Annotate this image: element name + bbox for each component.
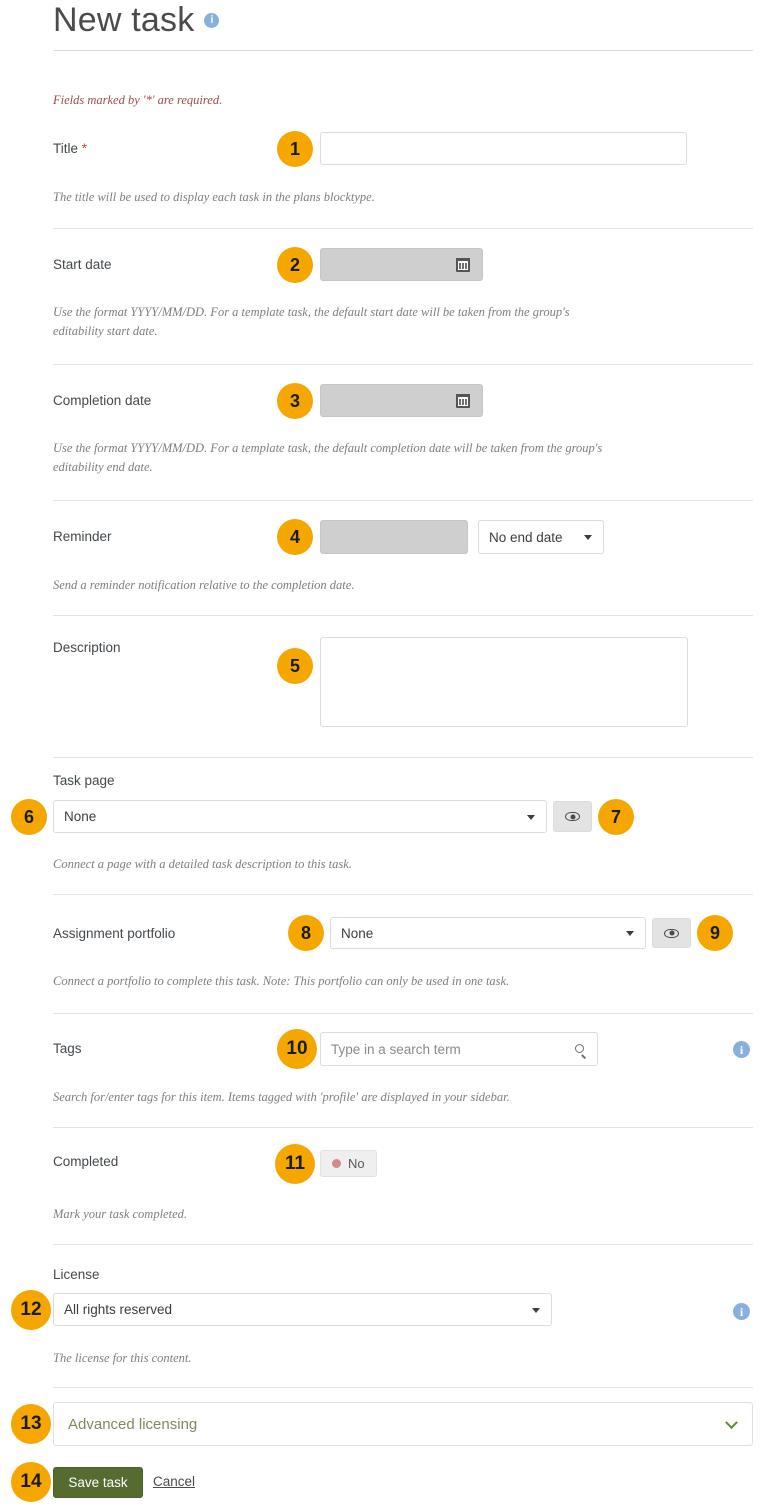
page-header: New task xyxy=(53,0,753,40)
eye-icon xyxy=(664,929,679,938)
chevron-down-icon xyxy=(532,1308,540,1313)
callout-badge-13: 13 xyxy=(11,1404,51,1444)
callout-badge-10: 10 xyxy=(277,1029,317,1069)
eye-icon xyxy=(565,812,580,821)
tags-search-input[interactable] xyxy=(320,1032,598,1066)
assignment-portfolio-label: Assignment portfolio xyxy=(53,925,175,942)
license-value: All rights reserved xyxy=(64,1302,172,1317)
callout-badge-8: 8 xyxy=(288,915,324,951)
callout-badge-1: 1 xyxy=(277,131,313,167)
description-label: Description xyxy=(53,639,121,656)
advanced-licensing-toggle[interactable]: Advanced licensing xyxy=(53,1402,753,1446)
task-page-help: Connect a page with a detailed task desc… xyxy=(53,855,743,874)
callout-badge-11: 11 xyxy=(275,1144,315,1184)
chevron-down-icon xyxy=(626,931,634,936)
callout-badge-4: 4 xyxy=(277,519,313,555)
divider xyxy=(53,757,753,758)
task-page-preview-button[interactable] xyxy=(553,801,592,832)
title-label: Title * xyxy=(53,140,87,157)
reminder-period-select[interactable]: No end date xyxy=(478,520,604,554)
completion-date-label: Completion date xyxy=(53,392,151,409)
calendar-icon xyxy=(456,258,470,272)
license-info-icon[interactable] xyxy=(733,1303,750,1320)
callout-badge-6: 6 xyxy=(11,799,47,835)
title-help: The title will be used to display each t… xyxy=(53,188,743,207)
tags-search-wrapper xyxy=(320,1032,598,1066)
assignment-portfolio-select[interactable]: None xyxy=(330,917,646,949)
title-divider xyxy=(53,50,753,51)
reminder-amount-input[interactable] xyxy=(320,520,468,554)
description-textarea[interactable] xyxy=(320,637,688,727)
completion-date-input[interactable] xyxy=(320,384,483,417)
tags-info-icon[interactable] xyxy=(733,1041,750,1058)
divider xyxy=(53,364,753,365)
task-page-value: None xyxy=(64,809,96,824)
completed-toggle[interactable]: No xyxy=(320,1150,377,1177)
title-input[interactable] xyxy=(320,132,687,165)
assignment-portfolio-help: Connect a portfolio to complete this tas… xyxy=(53,972,743,991)
callout-badge-7: 7 xyxy=(598,799,634,835)
save-task-button[interactable]: Save task xyxy=(53,1467,143,1498)
divider xyxy=(53,894,753,895)
search-icon[interactable] xyxy=(575,1044,584,1053)
completion-date-help: Use the format YYYY/MM/DD. For a templat… xyxy=(53,439,623,477)
assignment-portfolio-preview-button[interactable] xyxy=(652,918,691,948)
callout-badge-14: 14 xyxy=(11,1462,51,1502)
divider xyxy=(53,1244,753,1245)
divider xyxy=(53,1127,753,1128)
page-title: New task xyxy=(53,0,194,40)
callout-badge-12: 12 xyxy=(11,1290,51,1330)
start-date-input[interactable] xyxy=(320,248,483,281)
assignment-portfolio-value: None xyxy=(341,926,373,941)
tags-label: Tags xyxy=(53,1040,82,1057)
callout-badge-9: 9 xyxy=(697,915,733,951)
info-icon[interactable] xyxy=(204,13,219,28)
calendar-icon xyxy=(456,394,470,408)
callout-badge-5: 5 xyxy=(277,648,313,684)
license-label: License xyxy=(53,1266,100,1283)
completed-help: Mark your task completed. xyxy=(53,1205,743,1224)
start-date-label: Start date xyxy=(53,256,112,273)
divider xyxy=(53,500,753,501)
chevron-down-icon xyxy=(527,815,535,820)
callout-badge-3: 3 xyxy=(277,383,313,419)
chevron-down-icon xyxy=(725,1416,738,1429)
task-page-select[interactable]: None xyxy=(53,800,547,833)
required-asterisk: * xyxy=(82,141,87,156)
advanced-licensing-label: Advanced licensing xyxy=(68,1416,197,1433)
callout-badge-2: 2 xyxy=(277,247,313,283)
reminder-period-value: No end date xyxy=(489,530,563,545)
divider xyxy=(53,228,753,229)
completed-toggle-value: No xyxy=(348,1156,365,1171)
divider xyxy=(53,1387,753,1388)
completed-label: Completed xyxy=(53,1153,118,1170)
tags-help: Search for/enter tags for this item. Ite… xyxy=(53,1088,743,1107)
cancel-link[interactable]: Cancel xyxy=(153,1474,195,1489)
task-page-label: Task page xyxy=(53,772,115,789)
reminder-help: Send a reminder notification relative to… xyxy=(53,576,673,595)
divider xyxy=(53,615,753,616)
reminder-label: Reminder xyxy=(53,528,112,545)
license-help: The license for this content. xyxy=(53,1349,743,1368)
chevron-down-icon xyxy=(584,535,592,540)
required-fields-note: Fields marked by '*' are required. xyxy=(53,93,222,108)
new-task-form-page: New task Fields marked by '*' are requir… xyxy=(0,0,762,1512)
status-dot-icon xyxy=(332,1159,341,1168)
divider xyxy=(53,1013,753,1014)
start-date-help: Use the format YYYY/MM/DD. For a templat… xyxy=(53,303,593,341)
license-select[interactable]: All rights reserved xyxy=(53,1293,552,1326)
